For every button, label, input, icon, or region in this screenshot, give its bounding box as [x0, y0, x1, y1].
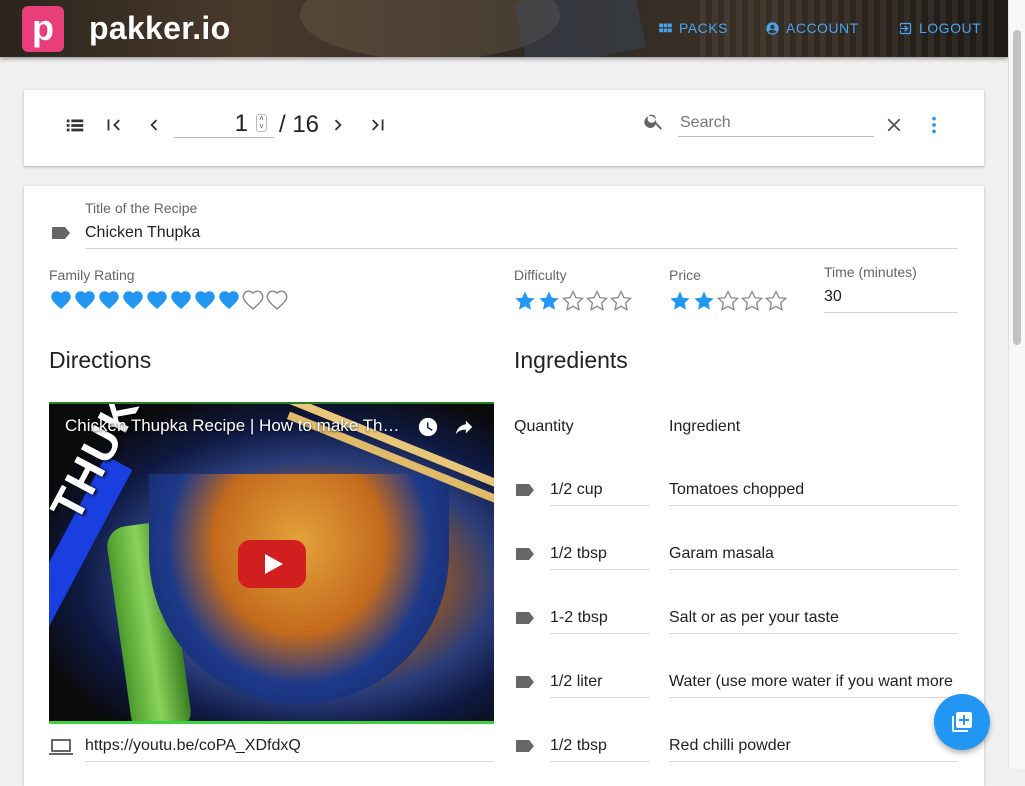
ingredient-name-field[interactable]: Red chilli powder [669, 737, 791, 755]
heart-outline-icon[interactable] [242, 290, 264, 310]
list-view-icon[interactable] [64, 114, 86, 136]
ingredient-column-header: Ingredient [669, 418, 741, 435]
time-label: Time (minutes) [824, 264, 917, 280]
star-outline-icon[interactable] [562, 290, 584, 311]
nav-account-label: ACCOUNT [786, 20, 859, 36]
video-embed[interactable]: THUKPA Chicken Thupka Recipe | How to ma… [49, 402, 494, 724]
next-page-icon[interactable] [327, 114, 349, 136]
directions-heading: Directions [49, 347, 152, 373]
header-background-decoration [514, 0, 646, 57]
ingredient-quantity-underline [550, 761, 649, 762]
quantity-column-header: Quantity [514, 418, 574, 435]
video-url-underline [85, 761, 494, 762]
video-url-field[interactable]: https://youtu.be/coPA_XDfdxQ [85, 737, 301, 755]
star-outline-icon[interactable] [717, 290, 739, 311]
ingredients-heading: Ingredients [514, 347, 628, 373]
ingredient-name-underline [669, 569, 958, 570]
ingredient-quantity-field[interactable]: 1/2 liter [550, 673, 602, 691]
play-button[interactable] [238, 540, 306, 588]
ingredient-quantity-field[interactable]: 1-2 tbsp [550, 609, 608, 627]
ingredient-quantity-underline [550, 569, 649, 570]
label-tag-icon [516, 548, 534, 560]
more-options-icon[interactable] [923, 114, 945, 136]
app-logo[interactable]: p [22, 6, 64, 52]
ingredient-quantity-field[interactable]: 1/2 tbsp [550, 737, 607, 755]
label-tag-icon [516, 484, 534, 496]
first-page-icon[interactable] [103, 114, 125, 136]
page-scrollbar[interactable] [1008, 0, 1025, 769]
star-filled-icon[interactable] [538, 290, 560, 311]
grid-icon [659, 23, 672, 32]
heart-filled-icon[interactable] [50, 290, 72, 310]
video-title[interactable]: Chicken Thupka Recipe | How to make Th… [65, 416, 400, 436]
star-outline-icon[interactable] [610, 290, 632, 311]
computer-icon [49, 739, 73, 755]
label-tag-icon [52, 227, 70, 239]
label-tag-icon [516, 740, 534, 752]
price-label: Price [669, 267, 701, 283]
title-field-label: Title of the Recipe [85, 200, 198, 216]
video-thumbnail-bowl [149, 474, 449, 704]
heart-filled-icon[interactable] [194, 290, 216, 310]
ingredient-name-underline [669, 505, 958, 506]
ingredient-name-field[interactable]: Garam masala [669, 545, 774, 563]
time-field-underline [824, 312, 958, 313]
nav-account-link[interactable]: ACCOUNT [765, 20, 859, 36]
price-stars[interactable] [669, 290, 787, 311]
add-recipe-button[interactable] [934, 694, 990, 750]
family-rating-hearts[interactable] [50, 290, 288, 310]
page-number-stepper[interactable]: ˄ ˅ [256, 114, 267, 132]
brand-name[interactable]: pakker.io [89, 10, 230, 47]
ingredient-quantity-field[interactable]: 1/2 cup [550, 481, 602, 499]
search-icon [644, 114, 663, 130]
library-add-icon [952, 712, 972, 732]
star-filled-icon[interactable] [669, 290, 691, 311]
heart-filled-icon[interactable] [98, 290, 120, 310]
ingredient-name-underline [669, 633, 958, 634]
ingredient-name-underline [669, 761, 958, 762]
heart-filled-icon[interactable] [122, 290, 144, 310]
page-total: / 16 [279, 111, 320, 138]
ingredient-quantity-underline [550, 633, 649, 634]
label-tag-icon [516, 612, 534, 624]
star-filled-icon[interactable] [514, 290, 536, 311]
search-input[interactable] [678, 110, 874, 137]
ingredient-quantity-field[interactable]: 1/2 tbsp [550, 545, 607, 563]
time-field[interactable]: 30 [824, 288, 842, 306]
previous-page-icon[interactable] [143, 114, 165, 136]
app-header: p pakker.io PACKS ACCOUNT LOGOUT [0, 0, 1008, 57]
nav-packs-link[interactable]: PACKS [658, 20, 728, 36]
title-field[interactable]: Chicken Thupka [85, 224, 200, 242]
label-tag-icon [516, 676, 534, 688]
ingredient-name-field[interactable]: Water (use more water if you want more [669, 673, 953, 691]
ingredient-name-field[interactable]: Tomatoes chopped [669, 481, 804, 499]
heart-filled-icon[interactable] [74, 290, 96, 310]
last-page-icon[interactable] [367, 114, 389, 136]
watch-later-icon[interactable] [417, 416, 439, 438]
ingredient-quantity-underline [550, 697, 649, 698]
share-icon[interactable] [453, 416, 475, 438]
star-outline-icon[interactable] [741, 290, 763, 311]
heart-outline-icon[interactable] [266, 290, 288, 310]
scrollbar-thumb[interactable] [1013, 30, 1021, 345]
family-rating-label: Family Rating [49, 267, 135, 283]
title-field-underline [85, 248, 958, 249]
star-outline-icon[interactable] [765, 290, 787, 311]
star-filled-icon[interactable] [693, 290, 715, 311]
ingredient-name-field[interactable]: Salt or as per your taste [669, 609, 839, 627]
star-outline-icon[interactable] [586, 290, 608, 311]
clear-search-icon[interactable] [883, 114, 905, 136]
ingredient-quantity-underline [550, 505, 649, 506]
difficulty-label: Difficulty [514, 267, 567, 283]
heart-filled-icon[interactable] [170, 290, 192, 310]
heart-filled-icon[interactable] [146, 290, 168, 310]
ingredient-name-underline [669, 697, 958, 698]
account-circle-icon [766, 21, 779, 35]
heart-filled-icon[interactable] [218, 290, 240, 310]
nav-logout-link[interactable]: LOGOUT [898, 20, 981, 36]
nav-logout-label: LOGOUT [919, 20, 982, 36]
difficulty-stars[interactable] [514, 290, 632, 311]
nav-packs-label: PACKS [679, 20, 728, 36]
logout-icon [899, 22, 912, 34]
